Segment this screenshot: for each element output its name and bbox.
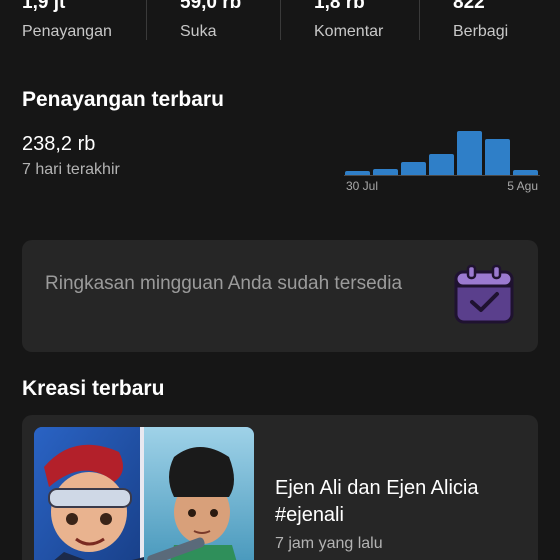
recent-creations-title: Kreasi terbaru [22,377,165,400]
stat-label: Penayangan [22,23,112,40]
stat-label: Komentar [314,23,384,40]
weekly-summary-card[interactable]: Ringkasan mingguan Anda sudah tersedia [22,240,538,352]
stat-divider [146,0,147,40]
recent-views-title: Penayangan terbaru [22,88,224,111]
calendar-check-icon [452,264,516,326]
post-title: Ejen Ali dan Ejen Alicia #ejenali [275,477,479,526]
stat-value: 1,8 rb [314,0,365,13]
stat-comments[interactable]: 1,8 rb Komentar [314,0,383,42]
chart-bar [345,171,370,175]
stat-likes[interactable]: 59,0 rb Suka [180,0,241,42]
recent-post-card[interactable]: Ejen Ali dan Ejen Alicia #ejenali 7 jam … [22,415,538,560]
stat-divider [419,0,420,40]
stat-divider [280,0,281,40]
stat-label: Berbagi [453,23,509,40]
weekly-summary-message: Ringkasan mingguan Anda sudah tersedia [45,273,403,294]
recent-views-period: 7 hari terakhir [22,161,120,178]
stat-label: Suka [180,23,217,40]
chart-bar [429,154,454,175]
views-bar-chart[interactable]: 30 Jul 5 Agu [344,126,540,198]
stat-views[interactable]: 1,9 jt Penayangan [22,0,112,42]
chart-bar [457,131,482,175]
stat-value: 822 [453,0,485,13]
stat-shares[interactable]: 822 Berbagi [453,0,508,42]
x-tick-label: 5 Agu [507,179,538,193]
chart-bar [401,162,426,175]
stat-value: 1,9 jt [22,0,66,13]
video-thumbnail[interactable] [34,427,254,560]
post-time: 7 jam yang lalu [275,535,383,552]
chart-bar [485,139,510,175]
recent-views-value: 238,2 rb [22,133,96,155]
chart-baseline [344,175,540,176]
x-tick-label: 30 Jul [346,179,379,193]
chart-bar [513,170,538,175]
stat-value: 59,0 rb [180,0,242,13]
stats-strip: 1,9 jt Penayangan 59,0 rb Suka 1,8 rb Ko… [0,0,560,44]
chart-bar [373,169,398,175]
